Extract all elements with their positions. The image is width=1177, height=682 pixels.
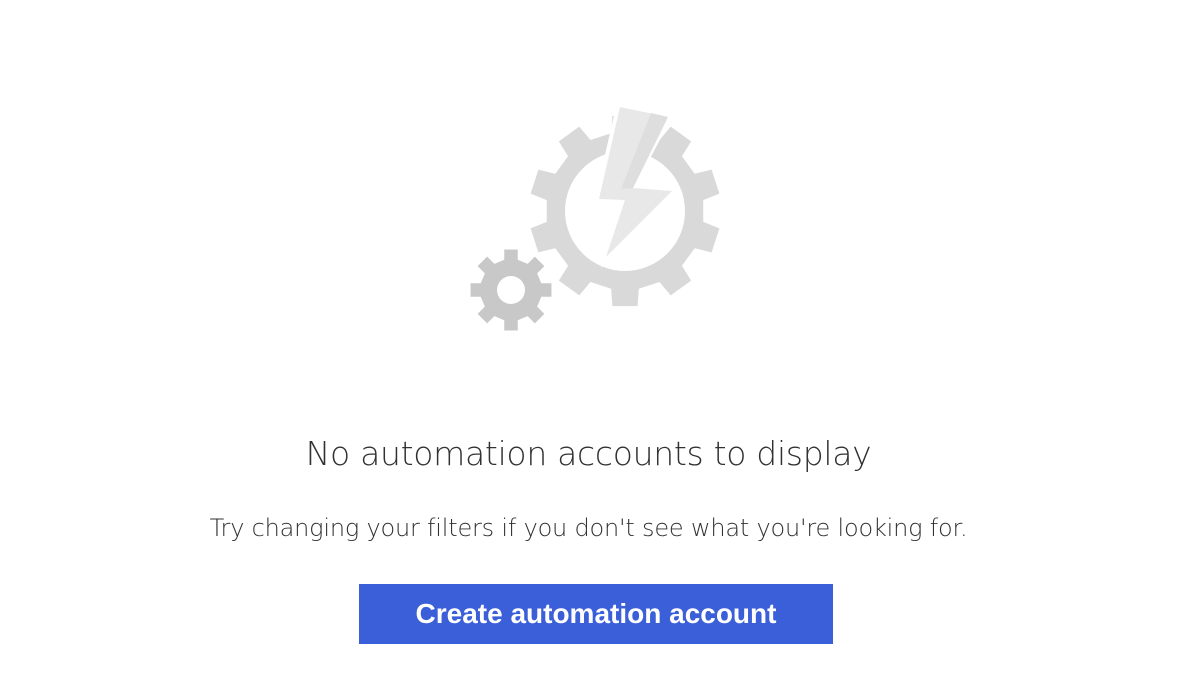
create-automation-account-button[interactable]: Create automation account <box>359 584 833 644</box>
empty-state-subtext: Try changing your filters if you don't s… <box>209 514 968 542</box>
small-gear-icon <box>470 249 552 331</box>
empty-state-headline: No automation accounts to display <box>305 434 872 473</box>
empty-state: No automation accounts to display Try ch… <box>0 0 1177 682</box>
automation-gears-lightning-icon <box>470 103 722 333</box>
lightning-bolt-icon <box>594 103 679 268</box>
